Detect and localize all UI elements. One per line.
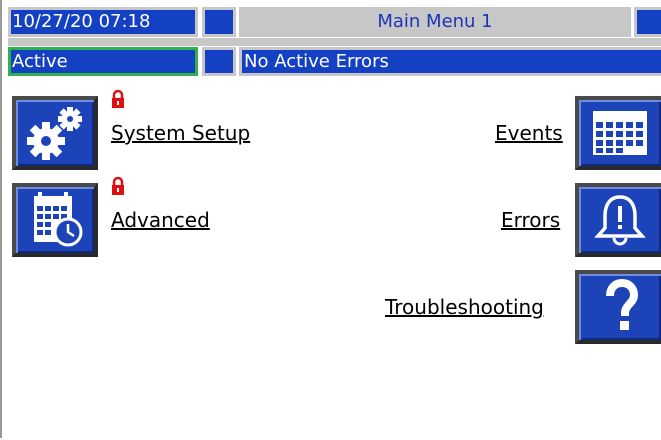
advanced-button[interactable] xyxy=(12,183,98,257)
error-status: No Active Errors xyxy=(239,47,661,76)
gears-icon xyxy=(27,107,82,160)
system-setup-button[interactable] xyxy=(12,96,98,170)
system-status: Active xyxy=(8,47,198,76)
status-indicator-1 xyxy=(202,7,236,37)
troubleshooting-label[interactable]: Troubleshooting xyxy=(385,295,544,319)
calendar-grid-icon xyxy=(593,111,647,155)
datetime-display: 10/27/20 07:18 xyxy=(8,7,198,37)
calendar-clock-icon xyxy=(34,192,83,247)
errors-label[interactable]: Errors xyxy=(501,208,560,232)
events-button[interactable] xyxy=(575,96,661,170)
advanced-label[interactable]: Advanced xyxy=(111,208,210,232)
status-indicator-2 xyxy=(634,7,661,37)
bell-alert-icon xyxy=(594,195,646,246)
screen-title: Main Menu 1 xyxy=(239,7,631,37)
errors-button[interactable] xyxy=(575,183,661,257)
question-icon xyxy=(606,279,639,330)
system-setup-label[interactable]: System Setup xyxy=(111,121,250,145)
padlock-icon xyxy=(112,89,124,108)
events-label[interactable]: Events xyxy=(495,121,563,145)
padlock-icon xyxy=(112,176,124,195)
troubleshooting-button[interactable] xyxy=(575,270,661,344)
status-indicator-3 xyxy=(202,47,236,76)
status-bar-separator xyxy=(8,38,661,46)
